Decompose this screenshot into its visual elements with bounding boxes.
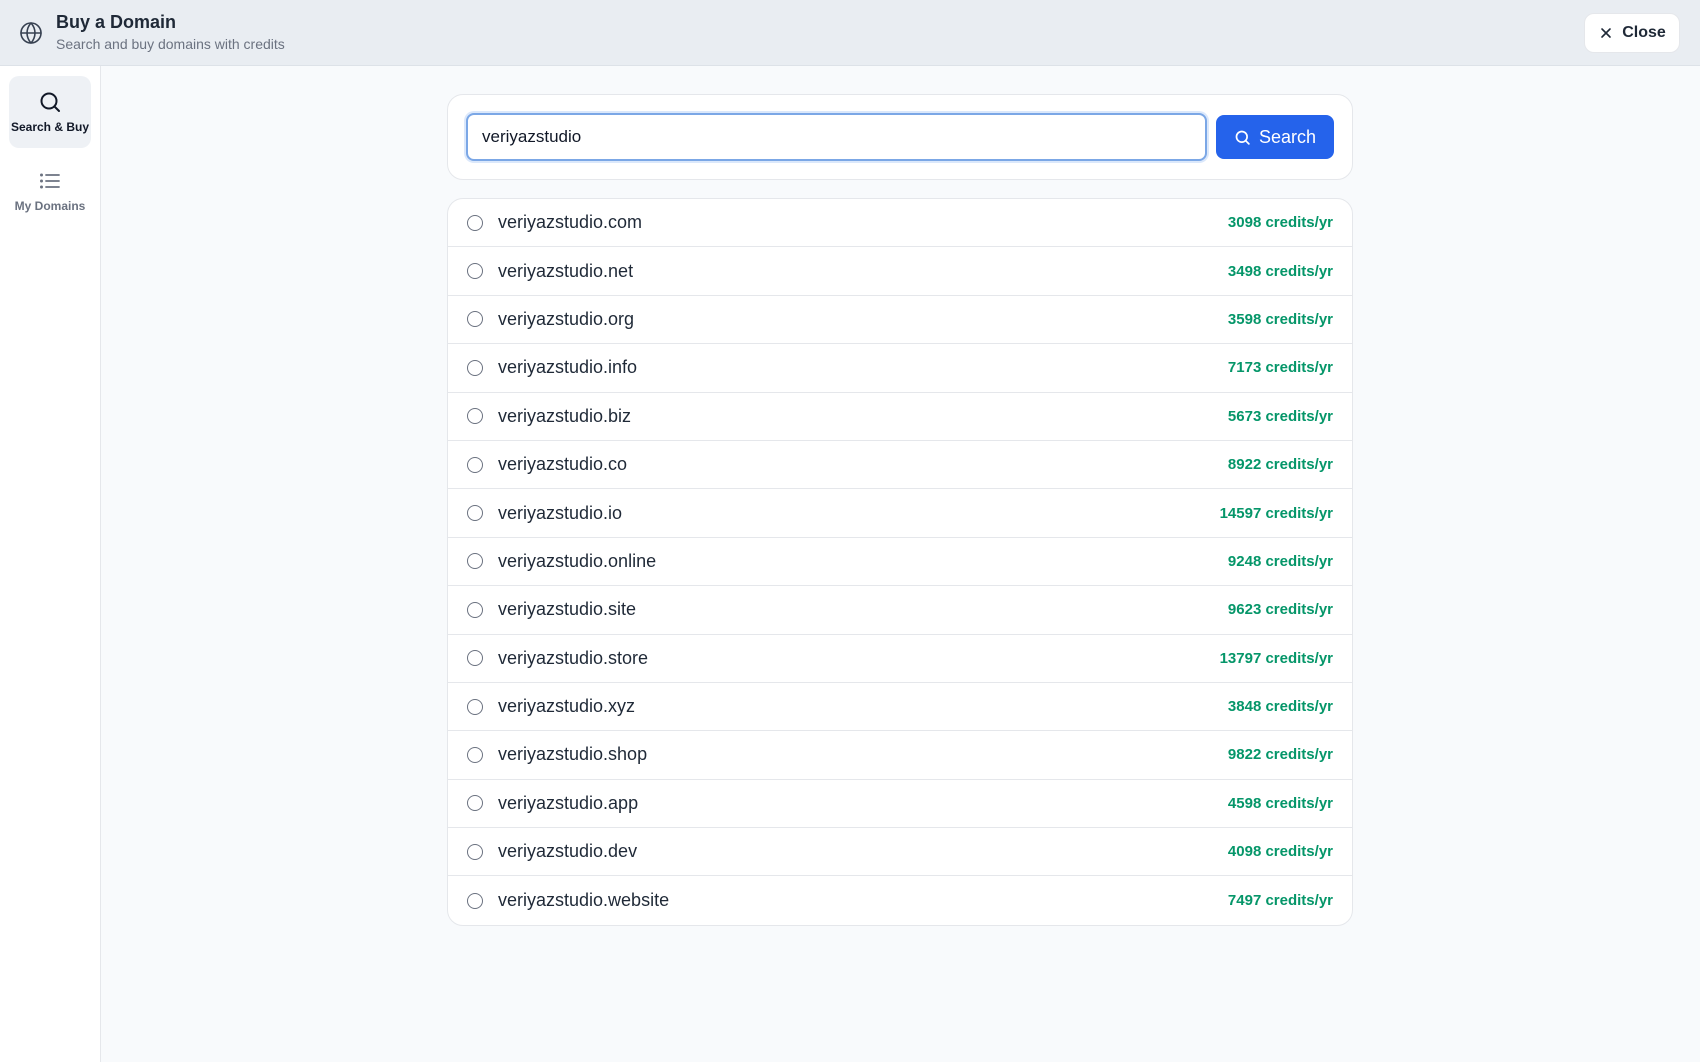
domain-name: veriyazstudio.site (498, 599, 637, 620)
domain-price: 4098 credits/yr (1227, 843, 1333, 861)
radio-button[interactable] (467, 698, 483, 715)
globe-icon (19, 21, 43, 45)
domain-name: veriyazstudio.dev (498, 841, 638, 862)
domain-name: veriyazstudio.xyz (498, 696, 636, 717)
domain-price: 7173 credits/yr (1227, 359, 1333, 377)
radio-button[interactable] (467, 311, 483, 328)
domain-price: 5673 credits/yr (1227, 407, 1333, 425)
domain-result-row[interactable]: veriyazstudio.store 13797 credits/yr (448, 635, 1352, 683)
domain-price: 3098 credits/yr (1227, 214, 1333, 232)
domain-result-row[interactable]: veriyazstudio.app 4598 credits/yr (448, 780, 1352, 829)
sidebar: Search & Buy My Domains (0, 66, 101, 1062)
domain-result-row[interactable]: veriyazstudio.xyz 3848 credits/yr (448, 683, 1352, 732)
domain-name: veriyazstudio.com (498, 212, 643, 233)
radio-button[interactable] (467, 892, 483, 909)
radio-button[interactable] (467, 408, 483, 425)
domain-result-row[interactable]: veriyazstudio.net 3498 credits/yr (448, 247, 1352, 296)
search-icon (38, 90, 62, 114)
page-title: Buy a Domain (56, 12, 177, 32)
radio-button[interactable] (467, 359, 483, 376)
domain-price: 3598 credits/yr (1227, 310, 1333, 328)
domain-price: 9623 credits/yr (1227, 601, 1333, 619)
domain-name: veriyazstudio.co (498, 454, 628, 475)
sidebar-item-search-buy[interactable]: Search & Buy (9, 76, 91, 148)
page-subtitle: Search and buy domains with credits (56, 36, 285, 52)
domain-name: veriyazstudio.org (498, 308, 635, 329)
domain-result-row[interactable]: veriyazstudio.website 7497 credits/yr (448, 876, 1352, 924)
domain-price: 14597 credits/yr (1219, 504, 1333, 522)
domain-result-row[interactable]: veriyazstudio.co 8922 credits/yr (448, 441, 1352, 490)
radio-button[interactable] (467, 505, 483, 522)
domain-price: 7497 credits/yr (1227, 892, 1333, 910)
radio-button[interactable] (467, 263, 483, 280)
search-button[interactable]: Search (1216, 115, 1334, 159)
domain-result-row[interactable]: veriyazstudio.biz 5673 credits/yr (448, 393, 1352, 441)
domain-results-list: veriyazstudio.com 3098 credits/yr veriyazs… (447, 198, 1353, 926)
domain-result-row[interactable]: veriyazstudio.org 3598 credits/yr (448, 296, 1352, 345)
radio-button[interactable] (467, 553, 483, 570)
sidebar-item-label: Search & Buy (10, 120, 90, 134)
domain-result-row[interactable]: veriyazstudio.io 14597 credits/yr (448, 489, 1352, 538)
domain-result-row[interactable]: veriyazstudio.shop 9822 credits/yr (448, 731, 1352, 780)
radio-button[interactable] (467, 650, 483, 667)
radio-button[interactable] (467, 214, 483, 231)
domain-price: 13797 credits/yr (1219, 649, 1333, 667)
domain-price: 3848 credits/yr (1227, 698, 1333, 716)
radio-button[interactable] (467, 795, 483, 812)
domain-result-row[interactable]: veriyazstudio.site 9623 credits/yr (448, 586, 1352, 635)
domain-result-row[interactable]: veriyazstudio.online 9248 credits/yr (448, 538, 1352, 587)
search-button-label: Search (1258, 126, 1317, 147)
list-icon (38, 169, 62, 193)
domain-name: veriyazstudio.online (498, 550, 657, 571)
domain-name: veriyazstudio.shop (498, 744, 648, 765)
domain-price: 4598 credits/yr (1227, 794, 1333, 812)
close-button[interactable]: Close (1584, 13, 1680, 53)
domain-price: 3498 credits/yr (1227, 262, 1333, 280)
search-card: Search (447, 94, 1353, 180)
domain-price: 9248 credits/yr (1227, 552, 1333, 570)
domain-name: veriyazstudio.biz (498, 405, 632, 426)
domain-name: veriyazstudio.website (498, 890, 670, 911)
domain-price: 9822 credits/yr (1227, 746, 1333, 764)
domain-price: 8922 credits/yr (1227, 456, 1333, 474)
sidebar-item-label: My Domains (14, 199, 86, 213)
app-header: Buy a Domain Search and buy domains with… (0, 0, 1700, 66)
radio-button[interactable] (467, 746, 483, 763)
radio-button[interactable] (467, 843, 483, 860)
search-icon (1234, 129, 1251, 146)
domain-name: veriyazstudio.io (498, 502, 623, 523)
radio-button[interactable] (467, 456, 483, 473)
radio-button[interactable] (467, 601, 483, 618)
header-text: Buy a Domain Search and buy domains with… (56, 11, 285, 54)
domain-result-row[interactable]: veriyazstudio.info 7173 credits/yr (448, 344, 1352, 393)
domain-name: veriyazstudio.app (498, 792, 639, 813)
domain-name: veriyazstudio.net (498, 260, 634, 281)
close-label: Close (1622, 24, 1666, 41)
domain-name: veriyazstudio.info (498, 357, 638, 378)
domain-search-input[interactable] (466, 113, 1207, 161)
domain-result-row[interactable]: veriyazstudio.dev 4098 credits/yr (448, 828, 1352, 877)
domain-name: veriyazstudio.store (498, 647, 649, 668)
domain-result-row[interactable]: veriyazstudio.com 3098 credits/yr (448, 199, 1352, 248)
close-icon (1598, 25, 1614, 41)
sidebar-item-my-domains[interactable]: My Domains (9, 155, 91, 227)
